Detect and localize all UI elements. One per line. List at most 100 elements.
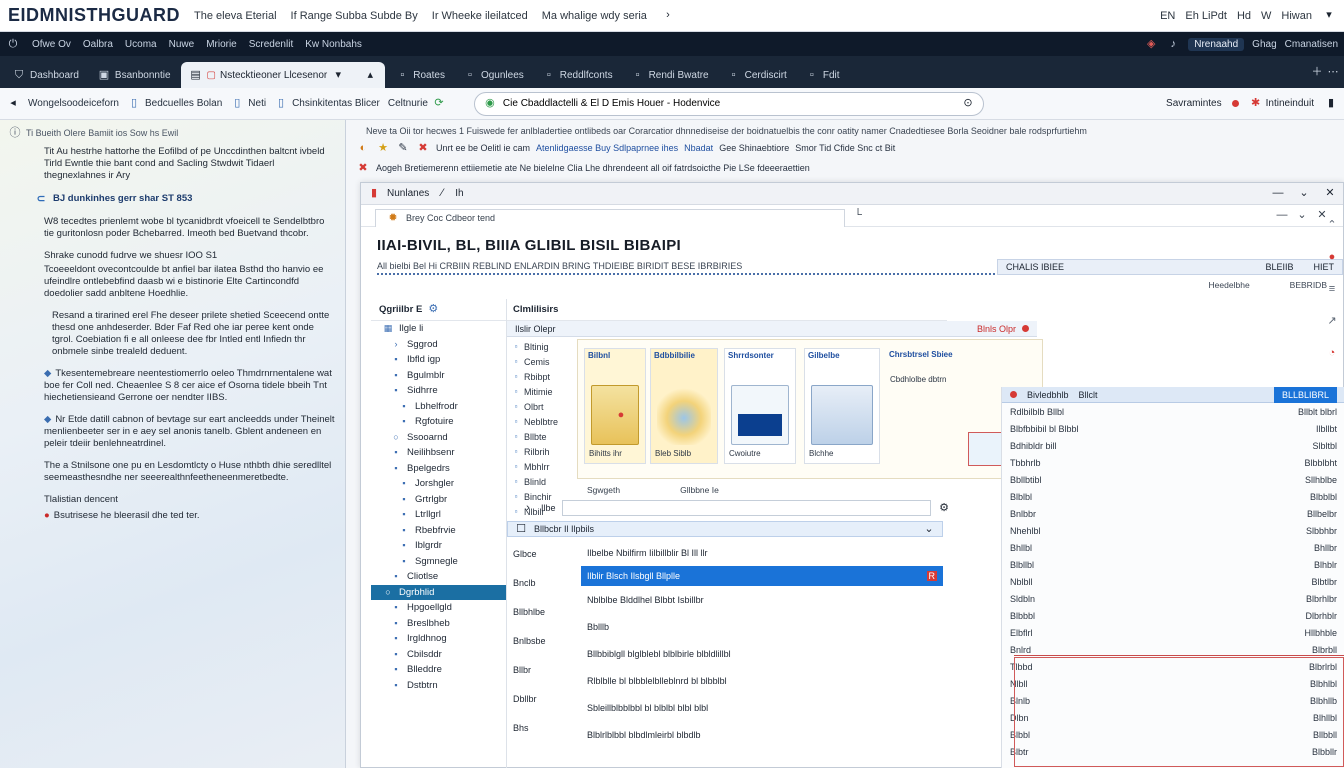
brand-right-item-4[interactable]: W [1261, 10, 1271, 22]
system-item-4[interactable]: Nuwe [169, 39, 195, 50]
folder-tree-item[interactable]: ○ Ssooarnd [371, 430, 506, 446]
message-sender[interactable]: Bllbhlbe [507, 597, 577, 626]
folder-tree-item[interactable]: ▪ Rbebfrvie [371, 523, 506, 539]
article-heading-1[interactable]: ⊂ BJ dunkinhes gerr shar ST 853 [34, 192, 337, 206]
preview-card-2[interactable]: Bdbbilbilie Bleb Siblb [650, 348, 718, 464]
notification-icon[interactable]: ● [1325, 250, 1339, 264]
preview-card-1[interactable]: Bilbnl ● Bihitts ihr [584, 348, 646, 464]
message-sender[interactable]: Bnlbsbe [507, 626, 577, 655]
folder-tree-item[interactable]: ▪ Jorshgler [371, 476, 506, 492]
system-item-2[interactable]: Oalbra [83, 39, 113, 50]
info2-link-1[interactable]: Atenlidgaesse Buy Sdlpaprnee ihes [536, 143, 678, 153]
label-item[interactable]: ▫ Bltinig [507, 339, 573, 354]
system-item-6[interactable]: Scredenlit [249, 39, 293, 50]
brand-link-2[interactable]: If Range Subba Subde By [291, 10, 418, 22]
chevron-down-icon[interactable]: ⌄ [922, 522, 936, 536]
folder-tree-item[interactable]: ▪ Cbilsddr [371, 647, 506, 663]
list-item[interactable]: Blbfbbibil bl Blbbl Ilbllbt [1002, 420, 1344, 437]
tab-8[interactable]: ▫ Cerdiscirt [719, 62, 795, 88]
folder-tree-item[interactable]: ▪ Bgulmblr [371, 368, 506, 384]
address-bar[interactable]: ◉ ⊙ [473, 91, 984, 116]
label-item[interactable]: ▫ Rbibpt [507, 369, 573, 384]
settings-icon[interactable]: ⊙ [961, 97, 975, 111]
folder-tree-item[interactable]: ▪ Iblgrdr [371, 538, 506, 554]
system-status-1[interactable]: Nrenaahd [1188, 37, 1245, 51]
list-item[interactable]: Nhehlbl Slbbhbr [1002, 522, 1344, 539]
system-item-5[interactable]: Mriorie [206, 39, 237, 50]
message-sender[interactable]: Bnclb [507, 568, 577, 597]
chevron-down-icon[interactable]: ▾ [1322, 9, 1336, 23]
minimize-icon[interactable]: — [1271, 187, 1285, 201]
list-item[interactable]: Nblbll Blbtlbr [1002, 573, 1344, 590]
language-selector[interactable]: EN [1160, 10, 1175, 22]
maximize-icon[interactable]: ⌄ [1297, 187, 1311, 201]
record-icon[interactable] [1231, 100, 1239, 107]
folder-tree-item[interactable]: ▪ Neilihbsenr [371, 445, 506, 461]
folder-tree-item[interactable]: ▪ Rgfotuire [371, 414, 506, 430]
more-icon[interactable]: ⋯ [1326, 65, 1340, 79]
folder-tree-item[interactable]: ▪ Blleddre [371, 662, 506, 678]
label-item[interactable]: ▫ Mbhlrr [507, 459, 573, 474]
panel-icon[interactable]: ▮ [1324, 97, 1338, 111]
tab-6[interactable]: ▫ Reddlfconts [534, 62, 621, 88]
breadcrumb-3[interactable]: ▯ Neti [230, 97, 266, 111]
cards-footer-2[interactable]: Gllbbne Ie [680, 485, 719, 495]
restore-icon[interactable]: ⌄ [1295, 209, 1309, 223]
tab-2[interactable]: ▣ Bsanbonntie [89, 62, 179, 88]
bell-icon[interactable]: ♪ [1166, 37, 1180, 51]
label-item[interactable]: ▫ Bllbte [507, 429, 573, 444]
table-row[interactable]: Bllbbiblgll blglblebl blblbirle blbldlil… [581, 640, 943, 667]
list-item[interactable]: Blbbbl Dlbrhblr [1002, 607, 1344, 624]
folder-tree-item[interactable]: ▪ Grtrlgbr [371, 492, 506, 508]
system-status-2[interactable]: Ghag [1252, 39, 1276, 50]
chevron-right-icon[interactable]: › [661, 9, 675, 23]
list-item[interactable]: Rdlbilblb Bllbl Bllblt blbrl [1002, 403, 1344, 420]
inner-tab[interactable]: ✹ Brey Coc Cdbeor tend [375, 208, 845, 227]
address-right-link-2[interactable]: ✱ Intineinduit [1249, 97, 1314, 111]
alert-icon[interactable]: ◔ [1325, 346, 1339, 360]
system-status-3[interactable]: Cmanatisen [1285, 39, 1338, 50]
tab-4[interactable]: ▫ Roates [387, 62, 453, 88]
message-sender[interactable]: Bllbr [507, 655, 577, 684]
preview-card-4[interactable]: Gilbelbe Blchhe [804, 348, 880, 464]
table-row[interactable]: Ilbelbe Nbilfirm Iilbillblir Bl Ill llr [581, 539, 943, 566]
label-item[interactable]: ▫ Mitimie [507, 384, 573, 399]
tab-9[interactable]: ▫ Fdit [797, 62, 848, 88]
folder-tree-item[interactable]: › Sggrod [371, 337, 506, 353]
tab-5[interactable]: ▫ Ogunlees [455, 62, 532, 88]
folder-tree-item[interactable]: ▪ Cliotlse [371, 569, 506, 585]
breadcrumb-5[interactable]: Celtnurie ⟳ [388, 97, 446, 111]
breadcrumb-2[interactable]: ▯ Bedcuelles Bolan [127, 97, 222, 111]
system-item-1[interactable]: Ofwe Ov [32, 39, 71, 50]
label-item[interactable]: ▫ Cemis [507, 354, 573, 369]
label-item[interactable]: ▫ Rilbrih [507, 444, 573, 459]
folder-tree-item[interactable]: ▪ Ltrllgrl [371, 507, 506, 523]
cards-footer-1[interactable]: Sgwgeth [587, 485, 620, 495]
folder-tree-item[interactable]: ▪ Sidhrre [371, 383, 506, 399]
settings-icon[interactable]: ⚙ [937, 501, 951, 515]
folder-tree-item[interactable]: ▪ Hpgoellgld [371, 600, 506, 616]
info2-link-2[interactable]: Nbadat [684, 143, 713, 153]
list-item[interactable]: Elbflrl Hllbhble [1002, 624, 1344, 641]
url-input[interactable] [502, 98, 955, 109]
label-item[interactable]: ▫ Blinld [507, 474, 573, 489]
folder-tree-item[interactable]: ▪ Lbhelfrodr [371, 399, 506, 415]
tab-7[interactable]: ▫ Rendi Bwatre [623, 62, 717, 88]
back-icon[interactable]: ◂ [6, 97, 20, 111]
list-item[interactable]: Bdhibldr bill Slbltbl [1002, 437, 1344, 454]
label-item[interactable]: ▫ Neblbtre [507, 414, 573, 429]
close-icon[interactable]: ✖ [416, 141, 430, 155]
system-item-3[interactable]: Ucoma [125, 39, 157, 50]
edit-icon[interactable]: ⁄ [435, 187, 449, 201]
new-tab-icon[interactable]: └ [851, 209, 865, 223]
table-row[interactable]: Blblrlblbbl blbdlmleirbl blbdlb [581, 721, 943, 748]
brand-link-1[interactable]: The eleva Eterial [194, 10, 277, 22]
gear-icon[interactable]: ⚙ [426, 303, 440, 317]
app-logo[interactable]: EIDMNISTHGUARD [8, 5, 180, 26]
minimize-icon[interactable]: — [1275, 209, 1289, 223]
preview-card-3[interactable]: Shrrdsonter Cwoiutre [724, 348, 796, 464]
table-row[interactable]: Ilblir Blsch Ilsbgll Bllplle R [581, 566, 943, 586]
folder-tree-item[interactable]: ▦ Ilgle li [371, 321, 506, 337]
system-item-7[interactable]: Kw Nonbahs [305, 39, 362, 50]
folder-tree-item[interactable]: ▪ Irgldhnog [371, 631, 506, 647]
